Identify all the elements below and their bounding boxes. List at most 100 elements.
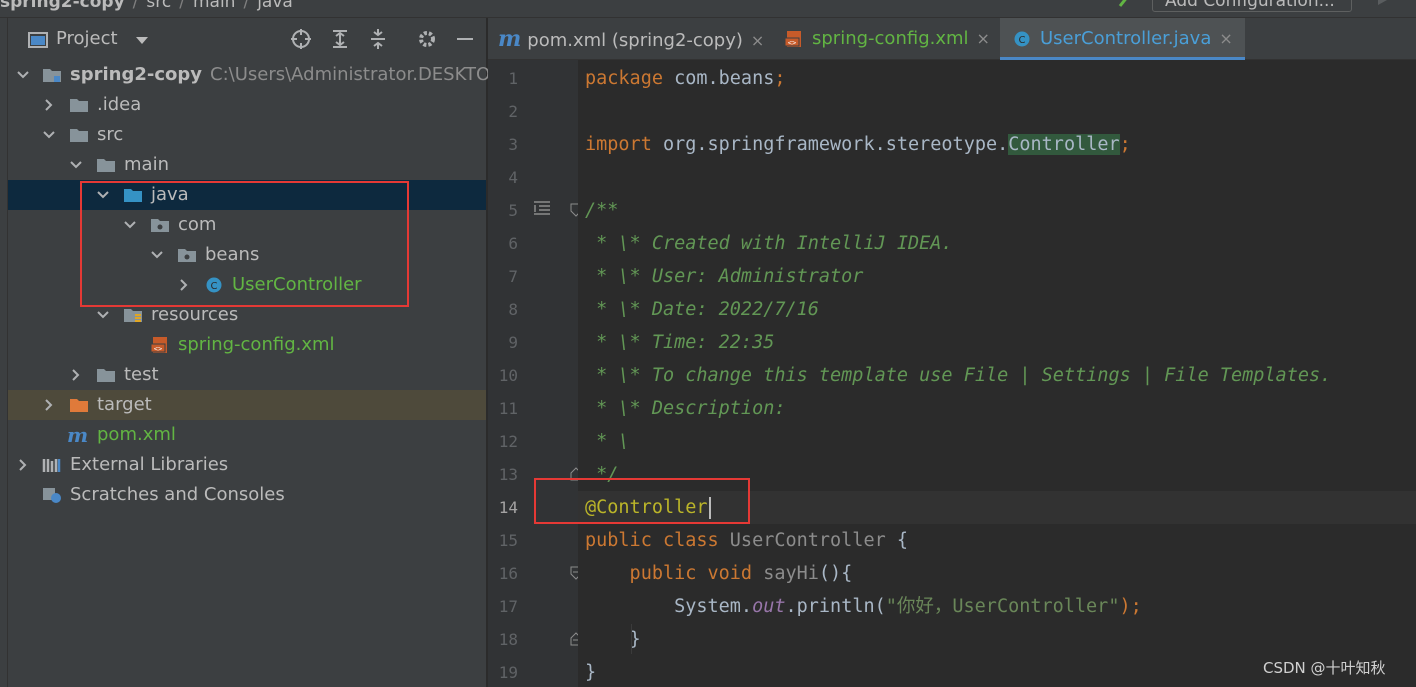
locate-file-icon[interactable] (290, 28, 312, 50)
chevron-down-icon[interactable] (96, 308, 110, 322)
tab-label: UserController.java (1040, 28, 1212, 49)
line-number: 13 (498, 465, 518, 484)
tree-item-label: pom.xml (97, 424, 176, 445)
code-text: { (885, 530, 909, 551)
chevron-down-icon[interactable] (69, 158, 83, 172)
libraries-icon (42, 459, 61, 472)
tree-item-spring2-copy[interactable]: spring2-copy C:\Users\Administrator.DESKT… (8, 60, 507, 90)
tree-item-label: target (97, 394, 152, 415)
excluded-folder-icon (70, 399, 88, 412)
code-text: System. (585, 596, 753, 617)
line-number: 7 (508, 267, 518, 286)
folder-icon (97, 369, 115, 382)
breadcrumb-item-src[interactable]: src (146, 0, 171, 12)
breadcrumb-separator: / (132, 0, 139, 12)
expand-all-icon[interactable] (329, 28, 351, 50)
breadcrumb-item-project[interactable]: spring2-copy (0, 0, 125, 12)
watermark: CSDN @十叶知秋 (1263, 659, 1386, 677)
tree-item-main[interactable]: main (8, 150, 486, 180)
add-configuration-button[interactable]: Add Configuration... (1152, 0, 1352, 12)
project-view-selector[interactable]: Project (56, 28, 118, 49)
folder-icon (70, 129, 88, 142)
breadcrumb-separator: / (243, 0, 250, 12)
build-hammer-icon[interactable] (1118, 0, 1134, 8)
punct: ; (1119, 134, 1131, 155)
chevron-right-icon[interactable] (69, 368, 83, 382)
editor-panel: m pom.xml (spring2-copy) × <> spring-config… (488, 18, 1416, 687)
keyword: public class (585, 530, 719, 551)
svg-text:C: C (1019, 35, 1026, 46)
punct: ); (1119, 596, 1142, 617)
class-icon: C (1014, 31, 1030, 47)
breadcrumb: spring2-copy / src / main / java (0, 0, 293, 12)
line-number: 5 (508, 201, 518, 220)
code-text: com.beans (662, 68, 775, 89)
line-number: 17 (498, 597, 518, 616)
left-tool-strip (0, 18, 8, 687)
collapse-all-icon[interactable] (367, 28, 389, 50)
breadcrumb-item-main[interactable]: main (193, 0, 235, 12)
code-line-16: public void sayHi(){ (585, 557, 853, 590)
line-number: 19 (498, 663, 518, 682)
tree-item-label: spring2-copy C:\Users\Administrator.DESKT… (70, 60, 507, 90)
line-number: 8 (508, 300, 518, 319)
class-ref: Controller (1008, 134, 1120, 155)
tree-item-label: src (97, 124, 124, 145)
tree-item-scratches[interactable]: Scratches and Consoles (8, 480, 486, 510)
close-icon[interactable]: × (977, 29, 990, 48)
line-number: 15 (498, 531, 518, 550)
tree-item-pom-xml[interactable]: m pom.xml (8, 420, 486, 450)
gear-icon[interactable] (416, 28, 438, 50)
folder-icon (70, 99, 88, 112)
line-number: 3 (508, 135, 518, 154)
code-line-15: public class UserController { (585, 524, 908, 557)
minimize-icon[interactable] (454, 28, 476, 50)
line-number-current: 14 (498, 498, 518, 517)
tree-item-label: main (124, 154, 169, 175)
tree-item-spring-config-xml[interactable]: <> spring-config.xml (8, 330, 486, 360)
code-line-6: * \* Created with IntelliJ IDEA. (585, 233, 953, 254)
chevron-down-icon[interactable] (42, 128, 56, 142)
chevron-right-icon[interactable] (16, 458, 30, 472)
xml-file-icon: <> (784, 31, 801, 47)
tree-item-target[interactable]: target (8, 390, 486, 420)
tab-label: pom.xml (spring2-copy) (527, 30, 743, 51)
chevron-right-icon[interactable] (42, 398, 56, 412)
resources-folder-icon (124, 309, 142, 322)
static-field: out (752, 596, 786, 617)
code-line-18: } (585, 629, 641, 650)
line-number: 10 (498, 366, 518, 385)
code-text: .println( (785, 596, 886, 617)
tab-usercontroller-java[interactable]: C UserController.java × (1000, 18, 1245, 60)
tab-spring-config-xml[interactable]: <> spring-config.xml × (784, 18, 990, 60)
project-panel-header: Project (8, 18, 486, 60)
indent-guide (631, 624, 632, 654)
tree-item-test[interactable]: test (8, 360, 486, 390)
run-icon[interactable] (1376, 0, 1388, 6)
tree-item-external-libraries[interactable]: External Libraries (8, 450, 486, 480)
code-line-10: * \* To change this template use File | … (585, 365, 1332, 386)
close-icon[interactable]: × (751, 31, 764, 50)
tree-item-idea[interactable]: .idea (8, 90, 486, 120)
highlight-box-annotation (534, 478, 750, 524)
tree-item-label: Scratches and Consoles (70, 484, 285, 505)
code-line-17: System.out.println("你好，UserController"); (585, 590, 1142, 623)
tree-item-label: External Libraries (70, 454, 229, 475)
svg-text:<>: <> (788, 39, 796, 47)
close-icon[interactable]: × (1219, 29, 1232, 48)
code-editor[interactable]: package com.beans; import org.springfram… (578, 60, 1416, 687)
chevron-right-icon[interactable] (42, 98, 56, 112)
tree-item-label: spring-config.xml (178, 334, 335, 355)
tree-item-label: test (124, 364, 159, 385)
chevron-down-icon[interactable] (136, 37, 148, 44)
breadcrumb-item-java[interactable]: java (257, 0, 293, 12)
punct: ; (774, 68, 786, 89)
render-doc-icon[interactable] (533, 200, 551, 216)
tree-item-src[interactable]: src (8, 120, 486, 150)
chevron-down-icon[interactable] (16, 68, 30, 82)
line-number: 4 (508, 168, 518, 187)
code-line-1: package com.beans; (585, 62, 786, 95)
highlight-box-java-package (80, 181, 409, 307)
breadcrumb-separator: / (179, 0, 185, 12)
tab-pom-xml[interactable]: m pom.xml (spring2-copy) × (498, 18, 764, 60)
